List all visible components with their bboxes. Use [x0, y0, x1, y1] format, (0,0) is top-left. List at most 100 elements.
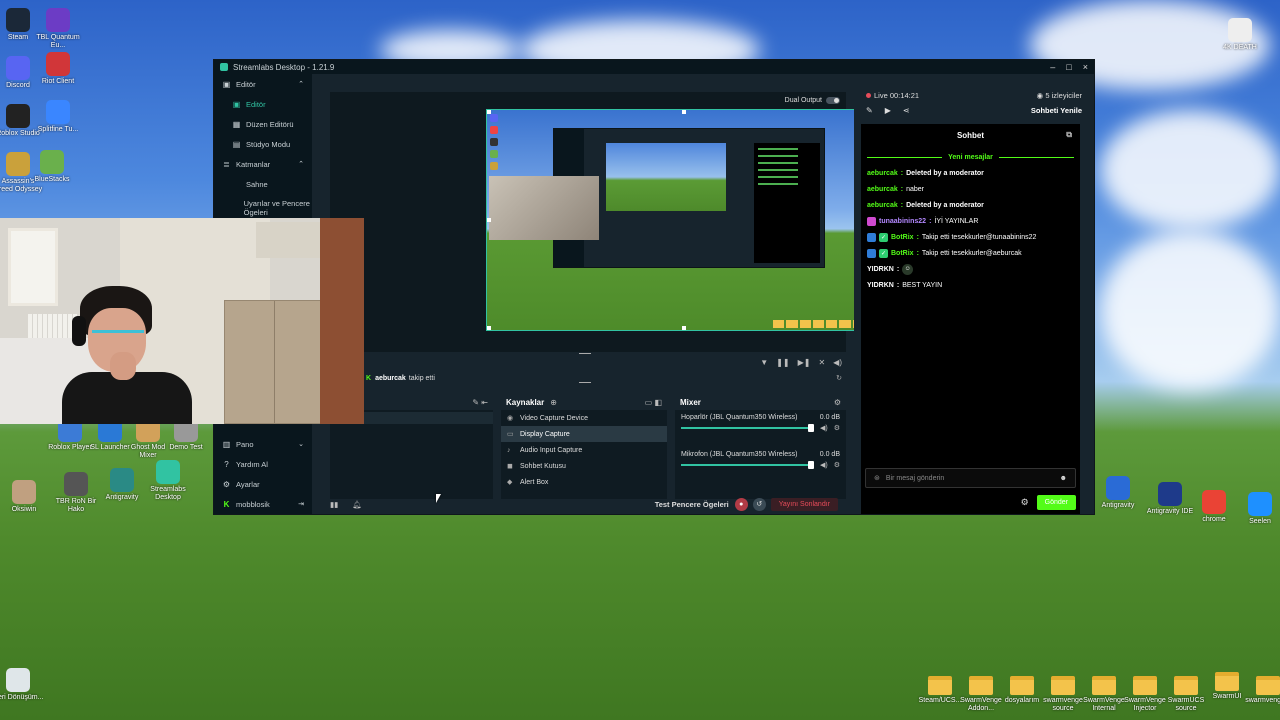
desktop-icon[interactable]: Antigravity	[96, 468, 148, 502]
chat-username[interactable]: BotRix	[891, 234, 914, 241]
source-item[interactable]: ◉ Video Capture Device	[501, 410, 667, 426]
app-icon	[1228, 18, 1252, 42]
desktop-icon[interactable]: swarmvenge...	[1242, 676, 1280, 705]
nav-item-label: Stüdyo Modu	[246, 139, 291, 149]
source-item[interactable]: ▭ Display Capture	[501, 426, 667, 442]
chat-settings-icon[interactable]: ⚙	[1021, 497, 1029, 508]
desktop-icon[interactable]: Splitfine Tu...	[32, 100, 84, 134]
nav-item[interactable]: ▤ Stüdyo Modu	[214, 134, 312, 154]
share-icon[interactable]: ⋖	[903, 106, 910, 115]
dual-output-toggle-wrap[interactable]: Dual Output	[785, 97, 840, 104]
nav-bottom-item[interactable]: ? Yardım Al	[214, 454, 312, 474]
nav-item[interactable]: ▣ Editör	[214, 94, 312, 114]
minimize-button[interactable]: –	[1050, 62, 1055, 72]
chat-username[interactable]: aeburcak	[867, 170, 898, 177]
app-icon	[46, 8, 70, 32]
chevron-down-icon: ⌄	[298, 441, 304, 448]
stream-preview-canvas[interactable]	[486, 109, 880, 331]
settings-icon: ⚙	[222, 479, 231, 489]
desktop-icon[interactable]: 4K DEATH	[1214, 18, 1266, 52]
nav-item[interactable]: ▦ Düzen Editörü	[214, 114, 312, 134]
refresh-chat-button[interactable]: Sohbeti Yenile	[1031, 106, 1082, 115]
clip-icon[interactable]: ▶	[885, 106, 891, 115]
performance-icon[interactable]: ▮▮	[330, 500, 338, 509]
send-button[interactable]: Gönder	[1036, 495, 1076, 510]
chat-username[interactable]: BotRix	[891, 250, 914, 257]
desktop-icon[interactable]: BlueStacks	[26, 150, 78, 184]
close-button[interactable]: ×	[1083, 62, 1088, 72]
desktop-icon[interactable]: TBR RoN Bir Hako	[50, 472, 102, 514]
viewer-count: ◉ 5 izleyiciler	[1037, 91, 1082, 100]
channel-settings-icon[interactable]: ⚙	[834, 424, 840, 432]
pause-icon[interactable]: ❚❚	[776, 358, 789, 367]
nav-bottom-item[interactable]: Kmobblosik ⇥	[214, 494, 312, 514]
mute-icon[interactable]: ◀)	[820, 461, 828, 469]
nav-item[interactable]: ▣ Editör ⌃	[214, 74, 312, 94]
chat-input[interactable]: ⊛ Bir mesaj gönderin ☻	[865, 468, 1076, 488]
help-icon: ?	[224, 459, 229, 469]
notifications-icon[interactable]: 🔔︎	[352, 500, 362, 509]
nav-item[interactable]: Sahne	[214, 174, 312, 194]
chrome-icon	[1202, 490, 1226, 514]
source-item[interactable]: ◼ Sohbet Kutusu	[501, 458, 667, 474]
end-stream-button[interactable]: Yayını Sonlandır	[770, 497, 838, 511]
source-item[interactable]: ♪ Audio Input Capture	[501, 442, 667, 458]
desktop-icon-label: Antigravity	[1101, 502, 1135, 509]
maximize-button[interactable]: □	[1066, 62, 1071, 72]
desktop-icon[interactable]: Seelen	[1234, 492, 1280, 526]
desktop-icon[interactable]: Streamlabs Desktop	[142, 460, 194, 502]
desktop-icon[interactable]: Riot Client	[32, 52, 84, 86]
dock-resize-handle[interactable]	[579, 353, 591, 354]
desktop-icon-label: Seelen	[1249, 518, 1271, 525]
source-item[interactable]: ◆ Alert Box	[501, 474, 667, 490]
steam-icon	[6, 8, 30, 32]
dock-resize-handle-2[interactable]	[579, 382, 591, 383]
chat-title: Sohbet	[956, 130, 985, 140]
volume-icon[interactable]: ◀)	[833, 358, 842, 367]
source-folder-icon[interactable]: ▭ ◧	[645, 398, 662, 407]
nav-bottom-item[interactable]: ⚙ Ayarlar	[214, 474, 312, 494]
dual-output-toggle[interactable]	[826, 97, 840, 104]
add-source-icon[interactable]: ⊕	[550, 398, 557, 407]
record-button[interactable]: ●	[734, 497, 748, 511]
dashboard-icon: ▥	[222, 439, 231, 449]
volume-slider[interactable]	[681, 424, 815, 432]
window-titlebar[interactable]: Streamlabs Desktop - 1.21.9 – □ ×	[214, 60, 1094, 74]
mixer-title: Mixer	[680, 397, 701, 407]
channel-settings-icon[interactable]: ⚙	[834, 461, 840, 469]
kick-icon: K	[223, 499, 230, 509]
popout-chat-icon[interactable]: ⧉	[1066, 130, 1072, 140]
volume-knob[interactable]	[808, 424, 815, 432]
skip-icon[interactable]: ▶❚	[798, 358, 811, 367]
desktop-icon-label: Oksiwin	[11, 506, 37, 513]
emoji-icon[interactable]: ☻	[1060, 475, 1067, 482]
live-indicator: Live 00:14:21	[866, 91, 919, 100]
nav-bottom-item[interactable]: ▥ Pano ⌄	[214, 434, 312, 454]
chat-username[interactable]: YIDRKN	[867, 282, 894, 289]
chat-input-placeholder: Bir mesaj gönderin	[885, 474, 945, 482]
volume-slider[interactable]	[681, 461, 815, 469]
mute-icon[interactable]: ◀)	[820, 424, 828, 432]
mixer-settings-icon[interactable]: ⚙	[834, 398, 841, 407]
replay-button[interactable]: ↺	[752, 497, 766, 511]
desktop-icon[interactable]: Geri Dönüşüm...	[0, 668, 44, 702]
scene-tools-icon[interactable]: ✎ ⇤	[472, 398, 488, 407]
chat-username[interactable]: aeburcak	[867, 202, 898, 209]
chat-username[interactable]: aeburcak	[867, 186, 898, 193]
window-title: Streamlabs Desktop - 1.21.9	[233, 62, 335, 72]
chat-username[interactable]: tunaabinins22	[879, 218, 926, 225]
chat-username[interactable]: YIDRKN	[867, 266, 894, 273]
desktop-icon[interactable]: chrome	[1188, 490, 1240, 524]
collapse-icon[interactable]: ⇥	[298, 500, 304, 508]
nav-item[interactable]: ≣ Katmanlar ⌃	[214, 154, 312, 174]
chat-box: Sohbet ⧉ Yeni mesajlar aeburcak: Deleted …	[861, 124, 1080, 514]
desktop-icon[interactable]: Antigravity	[1092, 476, 1144, 510]
volume-knob[interactable]	[808, 461, 815, 469]
refresh-icon[interactable]: ↻	[836, 374, 842, 382]
edit-stream-icon[interactable]: ✎	[866, 106, 873, 115]
desktop-icon[interactable]: TBL Quantum Eu...	[32, 8, 84, 50]
desktop-icon[interactable]: Oksiwin	[0, 480, 50, 514]
nav-item-label: Pano	[236, 439, 254, 449]
filter-icon[interactable]: ▼	[760, 358, 768, 367]
mute-alerts-icon[interactable]: ✕	[818, 358, 825, 367]
